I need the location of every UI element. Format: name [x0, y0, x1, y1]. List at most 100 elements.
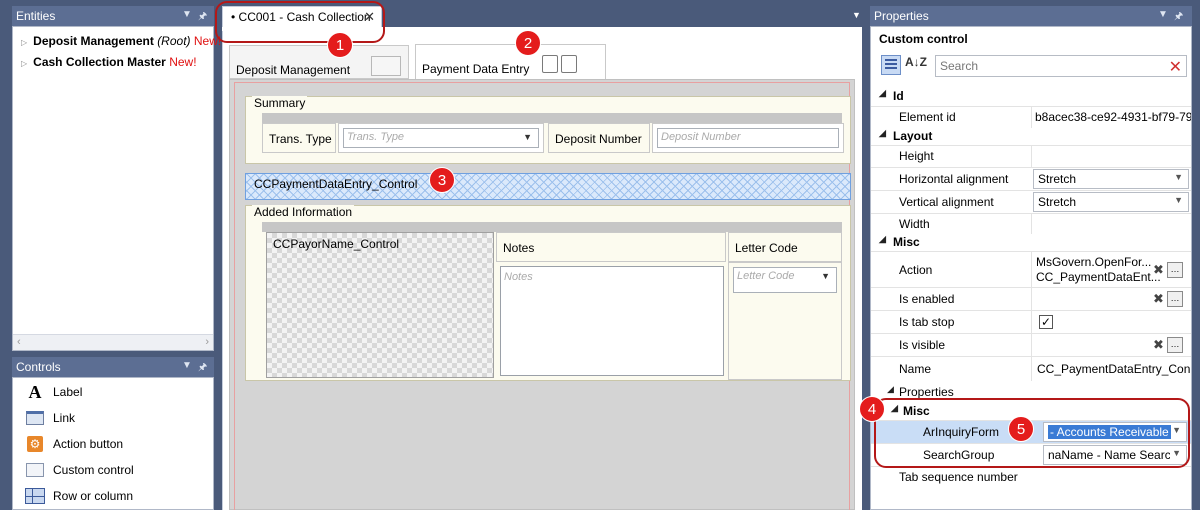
controls-panel-header: Controls ▼ 🖈: [12, 357, 214, 377]
group-row-bar: [262, 113, 842, 123]
expand-arrow-icon[interactable]: ▷: [21, 38, 27, 47]
tab-stop-checkbox[interactable]: ✓: [1039, 315, 1053, 329]
collapse-icon[interactable]: ◢: [887, 384, 894, 395]
column-separator: [1031, 357, 1032, 381]
custom-control-icon: [25, 461, 45, 479]
property-row-is-enabled[interactable]: Is enabled ✖ …: [871, 287, 1191, 310]
scroll-right-icon[interactable]: ›: [205, 336, 209, 348]
trans-type-cell: Trans. Type ▼: [338, 123, 544, 153]
control-item-label[interactable]: A Label: [25, 381, 83, 403]
category-label: Layout: [893, 129, 933, 143]
column-separator: [1031, 252, 1032, 287]
control-item-row-column[interactable]: Row or column: [25, 485, 133, 507]
category-id[interactable]: ◢ Id: [871, 87, 1191, 105]
control-item-link[interactable]: Link: [25, 407, 75, 429]
pin-icon[interactable]: 🖈: [198, 9, 207, 26]
tree-item-deposit-management[interactable]: ▷ Deposit Management (Root) New!: [21, 34, 221, 48]
properties-panel-title: Properties: [874, 9, 929, 23]
property-row-is-visible[interactable]: Is visible ✖ …: [871, 333, 1191, 356]
property-name: Name: [899, 362, 932, 376]
notes-textarea[interactable]: Notes: [500, 266, 724, 376]
expand-arrow-icon[interactable]: ▷: [21, 59, 27, 68]
select-value: Stretch: [1038, 195, 1077, 209]
summary-group[interactable]: Summary Trans. Type Trans. Type ▼ Deposi…: [245, 96, 851, 164]
property-name: Vertical alignment: [899, 195, 994, 209]
group-label: Summary: [252, 96, 308, 110]
placeholder-text: Deposit Number: [661, 131, 741, 143]
letter-code-select[interactable]: Letter Code ▼: [733, 267, 837, 293]
tab-control-box: [542, 55, 558, 73]
entities-panel-title: Entities: [16, 9, 56, 23]
property-value: MsGovern.OpenFor...: [1036, 255, 1152, 269]
letter-code-label: Letter Code: [728, 232, 842, 262]
group-row-bar: [262, 222, 842, 232]
pin-icon[interactable]: 🖈: [198, 360, 207, 377]
category-misc[interactable]: ◢ Misc: [871, 233, 1191, 251]
properties-panel-header: Properties ▼ 🖈: [870, 6, 1192, 26]
scroll-left-icon[interactable]: ‹: [17, 336, 21, 348]
panel-dropdown-icon[interactable]: ▼: [182, 360, 192, 371]
tree-item-cash-collection-master[interactable]: ▷ Cash Collection Master New!: [21, 55, 197, 69]
property-row-action[interactable]: Action MsGovern.OpenFor... CC_PaymentDat…: [871, 251, 1191, 287]
horizontal-alignment-select[interactable]: Stretch ▼: [1033, 169, 1189, 189]
property-name: Height: [899, 149, 934, 163]
ellipsis-button[interactable]: …: [1167, 337, 1183, 353]
added-information-group[interactable]: Added Information CCPayorName_Control No…: [245, 205, 851, 381]
panel-dropdown-icon[interactable]: ▼: [182, 9, 192, 20]
link-icon: [25, 409, 45, 427]
collapse-icon[interactable]: ◢: [879, 234, 886, 245]
group-label: Added Information: [252, 205, 355, 219]
row-column-icon: [25, 487, 45, 505]
clear-search-icon[interactable]: ✕: [1169, 57, 1182, 77]
control-item-custom-control[interactable]: Custom control: [25, 459, 134, 481]
trans-type-select[interactable]: Trans. Type ▼: [343, 128, 539, 148]
clear-value-icon[interactable]: ✖: [1153, 262, 1164, 278]
deposit-number-input[interactable]: Deposit Number: [657, 128, 839, 148]
property-name: Is visible: [899, 338, 946, 352]
callout-badge-3: 3: [429, 167, 455, 193]
collapse-icon[interactable]: ◢: [879, 128, 886, 139]
property-row-element-id[interactable]: Element id b8acec38-ce92-4931-bf79-79: [871, 106, 1191, 128]
panel-dropdown-icon[interactable]: ▼: [1158, 9, 1168, 20]
placeholder-text: Trans. Type: [347, 131, 405, 143]
property-value: CC_PaymentDataEnt...: [1036, 270, 1161, 284]
categorized-view-icon[interactable]: [881, 55, 901, 75]
property-row-is-tab-stop[interactable]: Is tab stop ✓: [871, 310, 1191, 333]
collapse-icon[interactable]: ◢: [879, 88, 886, 99]
document-list-dropdown-icon[interactable]: ▼: [852, 10, 861, 20]
category-layout[interactable]: ◢ Layout: [871, 127, 1191, 145]
control-item-text: Row or column: [53, 489, 134, 503]
tab-payment-data-entry[interactable]: Payment Data Entry: [415, 44, 606, 79]
property-row-horizontal-alignment[interactable]: Horizontal alignment Stretch ▼: [871, 167, 1191, 190]
tab-deposit-management[interactable]: Deposit Management: [229, 45, 409, 79]
deposit-number-cell: Deposit Number: [652, 123, 844, 153]
root-tag: (Root): [157, 34, 191, 48]
label-icon: A: [28, 381, 42, 402]
clear-value-icon[interactable]: ✖: [1153, 291, 1164, 307]
search-placeholder: Search: [940, 59, 979, 73]
category-label: Properties: [899, 385, 954, 399]
properties-search-input[interactable]: Search ✕: [935, 55, 1187, 77]
property-row-height[interactable]: Height: [871, 145, 1191, 167]
alphabetical-sort-icon[interactable]: A↓Z: [905, 55, 927, 69]
clear-value-icon[interactable]: ✖: [1153, 337, 1164, 353]
vertical-alignment-select[interactable]: Stretch ▼: [1033, 192, 1189, 212]
property-row-vertical-alignment[interactable]: Vertical alignment Stretch ▼: [871, 190, 1191, 213]
callout-badge-1: 1: [327, 32, 353, 58]
callout-badge-2: 2: [515, 30, 541, 56]
ellipsis-button[interactable]: …: [1167, 262, 1183, 278]
chevron-down-icon: ▼: [1174, 195, 1183, 205]
tree-item-label: Deposit Management: [33, 34, 154, 48]
column-separator: [1031, 107, 1032, 128]
ellipsis-button[interactable]: …: [1167, 291, 1183, 307]
property-row-width[interactable]: Width: [871, 213, 1191, 234]
property-row-name[interactable]: Name CC_PaymentDataEntry_Con: [871, 356, 1191, 381]
property-row-tab-sequence-number[interactable]: Tab sequence number: [871, 466, 1191, 489]
control-item-action-button[interactable]: ⚙ Action button: [25, 433, 123, 455]
horizontal-scrollbar[interactable]: ‹ ›: [13, 334, 213, 350]
placeholder-text: Notes: [504, 271, 533, 283]
pin-icon[interactable]: 🖈: [1174, 9, 1183, 26]
payor-name-control[interactable]: CCPayorName_Control: [266, 232, 494, 378]
entities-tree: ▷ Deposit Management (Root) New! ▷ Cash Co…: [12, 26, 221, 351]
controls-panel-title: Controls: [16, 360, 61, 374]
